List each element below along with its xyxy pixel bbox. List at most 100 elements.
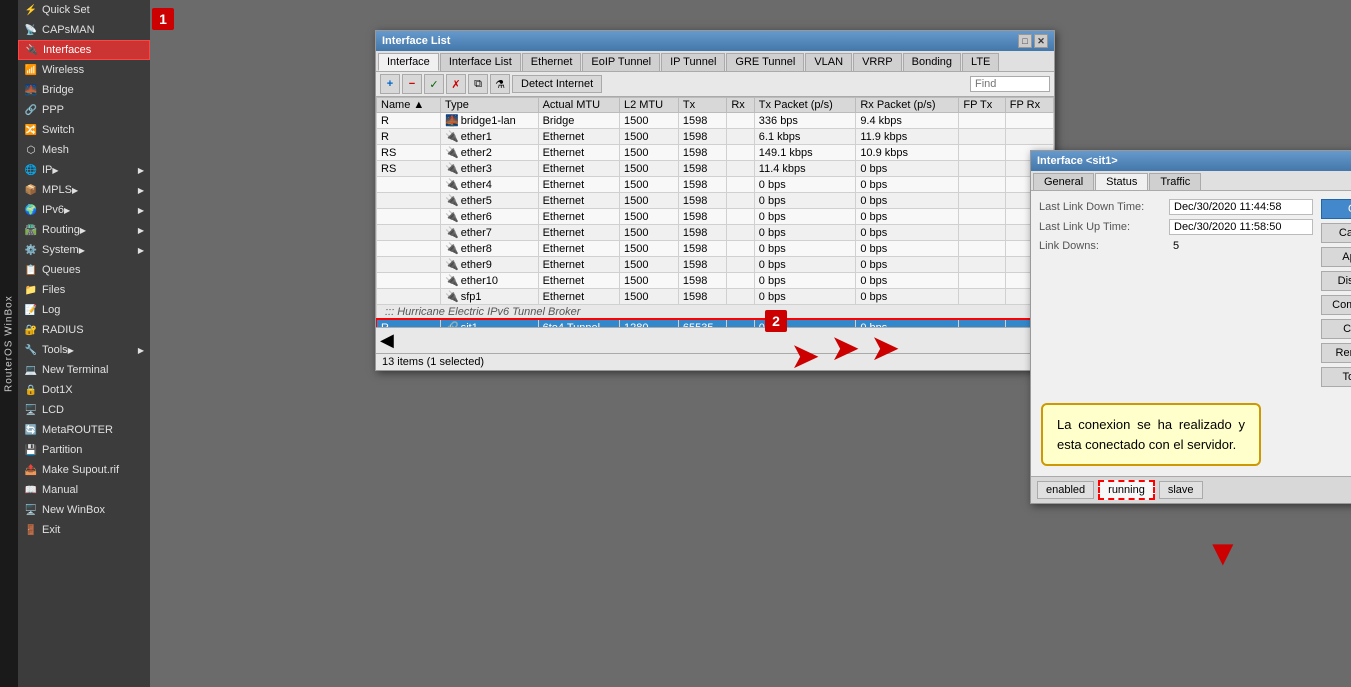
col-header-tx-pkt[interactable]: Tx Packet (p/s) — [754, 98, 856, 113]
iface-list-tabs: Interface Interface List Ethernet EoIP T… — [376, 51, 1054, 72]
scroll-left-btn[interactable]: ◀ — [380, 330, 394, 351]
col-header-rx[interactable]: Rx — [727, 98, 754, 113]
ok-button[interactable]: OK — [1321, 199, 1351, 219]
detail-tab-traffic[interactable]: Traffic — [1149, 173, 1201, 190]
enable-button[interactable]: ✓ — [424, 74, 444, 94]
supout-icon: 📤 — [24, 463, 38, 477]
system-icon: ⚙️ — [24, 243, 38, 257]
sidebar-item-exit[interactable]: 🚪 Exit — [18, 520, 150, 540]
field-last-link-down: Last Link Down Time: Dec/30/2020 11:44:5… — [1039, 199, 1313, 215]
arrow-down-icon: ▼ — [1205, 535, 1241, 571]
sidebar-item-system[interactable]: ⚙️System ▶ — [18, 240, 150, 260]
add-button[interactable]: + — [380, 74, 400, 94]
col-header-type[interactable]: Type — [441, 98, 539, 113]
sidebar-item-radius[interactable]: 🔐 RADIUS — [18, 320, 150, 340]
sidebar-item-ip[interactable]: 🌐IP ▶ — [18, 160, 150, 180]
tab-bonding[interactable]: Bonding — [903, 53, 961, 71]
comment-button[interactable]: Comment — [1321, 295, 1351, 315]
col-header-actual-mtu[interactable]: Actual MTU — [538, 98, 619, 113]
tab-eoip-tunnel[interactable]: EoIP Tunnel — [582, 53, 660, 71]
sidebar-item-log[interactable]: 📝 Log — [18, 300, 150, 320]
tab-vrrp[interactable]: VRRP — [853, 53, 902, 71]
tab-interface[interactable]: Interface — [378, 53, 439, 71]
sidebar-item-files[interactable]: 📁 Files — [18, 280, 150, 300]
badge-1: 1 — [152, 8, 174, 30]
sidebar-item-new-terminal[interactable]: 💻 New Terminal — [18, 360, 150, 380]
detail-tabs: General Status Traffic — [1031, 171, 1351, 191]
sidebar-item-queues[interactable]: 📋 Queues — [18, 260, 150, 280]
sidebar-item-ppp[interactable]: 🔗 PPP — [18, 100, 150, 120]
table-row[interactable]: 🔌ether9 Ethernet 1500 1598 0 bps 0 bps — [377, 257, 1054, 273]
disable-button-detail[interactable]: Disable — [1321, 271, 1351, 291]
sidebar: RouterOS WinBox ⚡ Quick Set 📡 CAPsMAN 🔌 … — [0, 0, 150, 687]
col-header-fp-rx[interactable]: FP Rx — [1005, 98, 1053, 113]
sidebar-item-interfaces[interactable]: 🔌 Interfaces — [18, 40, 150, 60]
mesh-icon: ⬡ — [24, 143, 38, 157]
arrow-right-icon: ➤ — [790, 338, 820, 374]
col-header-l2-mtu[interactable]: L2 MTU — [619, 98, 678, 113]
detail-buttons: OK Cancel Apply Disable Comment Copy Rem… — [1321, 199, 1351, 387]
copy-button[interactable]: Copy — [1321, 319, 1351, 339]
sidebar-item-new-winbox[interactable]: 🖥️ New WinBox — [18, 500, 150, 520]
table-row[interactable]: 🔌ether4 Ethernet 1500 1598 0 bps 0 bps — [377, 177, 1054, 193]
sidebar-item-partition[interactable]: 💾 Partition — [18, 440, 150, 460]
torch-button[interactable]: Torch — [1321, 367, 1351, 387]
table-row[interactable]: RS 🔌ether2 Ethernet 1500 1598 149.1 kbps… — [377, 145, 1054, 161]
tab-ethernet[interactable]: Ethernet — [522, 53, 582, 71]
detail-tab-status[interactable]: Status — [1095, 173, 1148, 190]
sidebar-item-ipv6[interactable]: 🌍IPv6 ▶ — [18, 200, 150, 220]
table-row[interactable]: R 🌉bridge1-lan Bridge 1500 1598 336 bps … — [377, 113, 1054, 129]
sidebar-item-make-supout[interactable]: 📤 Make Supout.rif — [18, 460, 150, 480]
table-row[interactable]: 🔌ether7 Ethernet 1500 1598 0 bps 0 bps — [377, 225, 1054, 241]
table-row[interactable]: R 🔌ether1 Ethernet 1500 1598 6.1 kbps 11… — [377, 129, 1054, 145]
tab-ip-tunnel[interactable]: IP Tunnel — [661, 53, 725, 71]
iface-detail-titlebar[interactable]: Interface <sit1> □ ✕ — [1031, 151, 1351, 171]
table-row[interactable]: 🔌ether10 Ethernet 1500 1598 0 bps 0 bps — [377, 273, 1054, 289]
iface-list-titlebar[interactable]: Interface List □ ✕ — [376, 31, 1054, 51]
tab-gre-tunnel[interactable]: GRE Tunnel — [726, 53, 804, 71]
table-row[interactable]: RS 🔌ether3 Ethernet 1500 1598 11.4 kbps … — [377, 161, 1054, 177]
sidebar-item-mesh[interactable]: ⬡ Mesh — [18, 140, 150, 160]
table-row[interactable]: 🔌ether8 Ethernet 1500 1598 0 bps 0 bps — [377, 241, 1054, 257]
col-header-rx-pkt[interactable]: Rx Packet (p/s) — [856, 98, 959, 113]
sidebar-item-tools[interactable]: 🔧Tools ▶ — [18, 340, 150, 360]
tab-vlan[interactable]: VLAN — [805, 53, 852, 71]
table-row[interactable]: 🔌sfp1 Ethernet 1500 1598 0 bps 0 bps — [377, 289, 1054, 305]
table-row[interactable]: ::: Hurricane Electric IPv6 Tunnel Broke… — [377, 305, 1054, 320]
table-row[interactable]: R 🔗sit1 6to4 Tunnel 1280 65535 0 bps 0 b… — [377, 320, 1054, 328]
sidebar-item-mpls[interactable]: 📦MPLS ▶ — [18, 180, 150, 200]
manual-icon: 📖 — [24, 483, 38, 497]
remove-button-detail[interactable]: Remove — [1321, 343, 1351, 363]
sidebar-item-capsman[interactable]: 📡 CAPsMAN — [18, 20, 150, 40]
sidebar-item-routing[interactable]: 🛣️Routing ▶ — [18, 220, 150, 240]
table-row[interactable]: 🔌ether6 Ethernet 1500 1598 0 bps 0 bps — [377, 209, 1054, 225]
sidebar-item-metarouter[interactable]: 🔄 MetaROUTER — [18, 420, 150, 440]
sidebar-item-quick-set[interactable]: ⚡ Quick Set — [18, 0, 150, 20]
col-header-name[interactable]: Name ▲ — [377, 98, 441, 113]
sidebar-item-dot1x[interactable]: 🔒 Dot1X — [18, 380, 150, 400]
sidebar-item-switch[interactable]: 🔀 Switch — [18, 120, 150, 140]
sidebar-item-wireless[interactable]: 📶 Wireless — [18, 60, 150, 80]
disable-button[interactable]: ✗ — [446, 74, 466, 94]
sidebar-item-bridge[interactable]: 🌉 Bridge — [18, 80, 150, 100]
apply-button[interactable]: Apply — [1321, 247, 1351, 267]
cancel-button[interactable]: Cancel — [1321, 223, 1351, 243]
tab-interface-list[interactable]: Interface List — [440, 53, 521, 71]
find-input[interactable] — [970, 76, 1050, 92]
copy-tool-button[interactable]: ⧉ — [468, 74, 488, 94]
filter-button[interactable]: ⚗ — [490, 74, 510, 94]
iface-list-close[interactable]: ✕ — [1034, 34, 1048, 48]
lcd-icon: 🖥️ — [24, 403, 38, 417]
sidebar-item-lcd[interactable]: 🖥️ LCD — [18, 400, 150, 420]
iface-list-minimize[interactable]: □ — [1018, 34, 1032, 48]
table-row[interactable]: 🔌ether5 Ethernet 1500 1598 0 bps 0 bps — [377, 193, 1054, 209]
col-header-tx[interactable]: Tx — [678, 98, 726, 113]
ip-icon: 🌐 — [24, 163, 38, 177]
detect-internet-button[interactable]: Detect Internet — [512, 75, 602, 93]
tab-lte[interactable]: LTE — [962, 53, 999, 71]
ipv6-icon: 🌍 — [24, 203, 38, 217]
remove-button[interactable]: − — [402, 74, 422, 94]
sidebar-item-manual[interactable]: 📖 Manual — [18, 480, 150, 500]
detail-tab-general[interactable]: General — [1033, 173, 1094, 190]
col-header-fp-tx[interactable]: FP Tx — [959, 98, 1005, 113]
